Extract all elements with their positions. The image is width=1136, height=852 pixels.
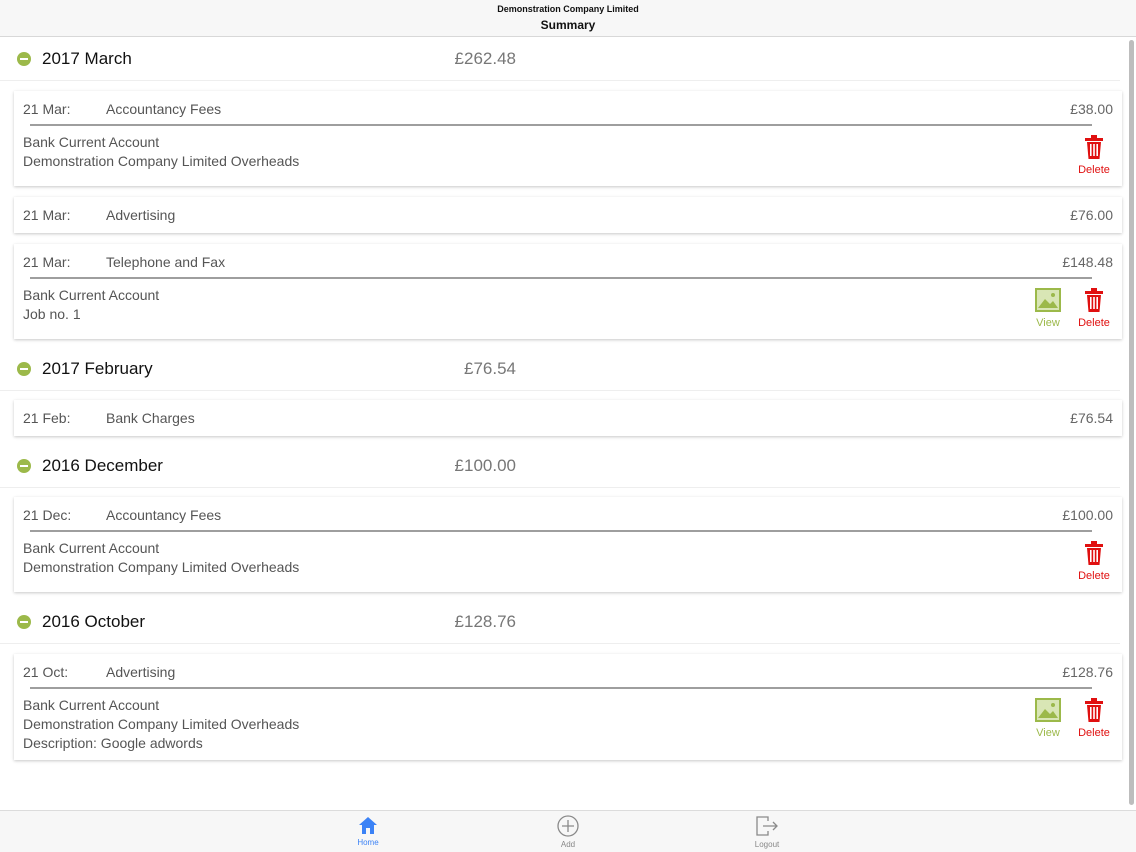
delete-label: Delete xyxy=(1078,727,1110,739)
collapse-icon[interactable] xyxy=(17,52,31,66)
tab-label: Logout xyxy=(754,840,780,849)
view-label: View xyxy=(1036,727,1060,739)
account-line: Bank Current Account xyxy=(23,697,160,713)
transaction-description: Telephone and Fax xyxy=(106,254,226,270)
delete-button[interactable]: Delete xyxy=(1074,541,1114,582)
transaction-details: Bank Current Account Job no. 1 xyxy=(23,286,159,324)
month-total: £100.00 xyxy=(454,456,516,475)
transaction-date: 21 Mar: xyxy=(23,101,71,117)
divider xyxy=(0,643,1120,644)
plus-circle-icon xyxy=(557,815,579,837)
transaction-card[interactable]: 21 Mar: Advertising £76.00 xyxy=(14,197,1122,233)
month-total: £262.48 xyxy=(454,49,516,68)
description-line: Description: Google adwords xyxy=(23,735,203,751)
transaction-description: Advertising xyxy=(106,664,176,680)
transaction-amount: £148.48 xyxy=(1062,254,1113,270)
transaction-description: Bank Charges xyxy=(106,410,195,426)
transaction-card[interactable]: 21 Mar: Telephone and Fax £148.48 Bank C… xyxy=(14,244,1122,339)
delete-button[interactable]: Delete xyxy=(1074,135,1114,176)
transaction-date: 21 Feb: xyxy=(23,410,71,426)
divider xyxy=(30,124,1092,126)
transaction-description: Advertising xyxy=(106,207,176,223)
month-name: 2017 February xyxy=(42,359,153,378)
transaction-date: 21 Mar: xyxy=(23,254,71,270)
transaction-description: Accountancy Fees xyxy=(106,101,222,117)
month-name: 2016 December xyxy=(42,456,163,475)
delete-label: Delete xyxy=(1078,164,1110,176)
month-total: £128.76 xyxy=(454,612,516,631)
transaction-amount: £38.00 xyxy=(1070,101,1113,117)
transaction-amount: £76.54 xyxy=(1070,410,1113,426)
trash-icon xyxy=(1085,135,1103,159)
month-header-2017-february[interactable]: 2017 February £76.54 xyxy=(0,347,1130,391)
trash-icon xyxy=(1085,288,1103,312)
divider xyxy=(0,80,1120,81)
trash-icon xyxy=(1085,541,1103,565)
job-line: Job no. 1 xyxy=(23,306,81,322)
page-title: Summary xyxy=(540,18,596,32)
trash-icon xyxy=(1085,698,1103,722)
account-line: Bank Current Account xyxy=(23,540,160,556)
tab-home[interactable]: Home xyxy=(338,815,398,847)
company-name: Demonstration Company Limited xyxy=(497,4,639,14)
delete-button[interactable]: Delete xyxy=(1074,288,1114,329)
divider xyxy=(30,530,1092,532)
transaction-date: 21 Oct: xyxy=(23,664,69,680)
tab-logout[interactable]: Logout xyxy=(737,815,797,849)
tab-label: Home xyxy=(357,838,379,847)
transaction-card[interactable]: 21 Oct: Advertising £128.76 Bank Current… xyxy=(14,654,1122,760)
divider xyxy=(30,277,1092,279)
navigation-bar: Demonstration Company Limited Summary xyxy=(0,0,1136,37)
transaction-card[interactable]: 21 Feb: Bank Charges £76.54 xyxy=(14,400,1122,436)
category-line: Demonstration Company Limited Overheads xyxy=(23,559,300,575)
account-line: Bank Current Account xyxy=(23,134,160,150)
image-icon xyxy=(1035,698,1061,722)
divider xyxy=(0,390,1120,391)
transaction-description: Accountancy Fees xyxy=(106,507,222,523)
logout-icon xyxy=(756,816,778,836)
tab-add[interactable]: Add xyxy=(538,815,598,849)
collapse-icon[interactable] xyxy=(17,615,31,629)
delete-button[interactable]: Delete xyxy=(1074,698,1114,739)
collapse-icon[interactable] xyxy=(17,362,31,376)
view-label: View xyxy=(1036,317,1060,329)
view-button[interactable]: View xyxy=(1028,288,1068,329)
tab-bar: Home Add Logout xyxy=(0,810,1136,852)
image-icon xyxy=(1035,288,1061,312)
home-icon xyxy=(359,817,377,834)
month-name: 2016 October xyxy=(42,612,146,631)
summary-list[interactable]: 2017 March £262.48 21 Mar: Accountancy F… xyxy=(0,37,1136,810)
transaction-details: Bank Current Account Demonstration Compa… xyxy=(23,696,299,753)
category-line: Demonstration Company Limited Overheads xyxy=(23,153,300,169)
month-name: 2017 March xyxy=(42,49,132,68)
scrollbar[interactable] xyxy=(1129,40,1134,805)
transaction-amount: £76.00 xyxy=(1070,207,1113,223)
month-header-2016-december[interactable]: 2016 December £100.00 xyxy=(0,444,1130,488)
transaction-date: 21 Mar: xyxy=(23,207,71,223)
account-line: Bank Current Account xyxy=(23,287,160,303)
transaction-details: Bank Current Account Demonstration Compa… xyxy=(23,133,299,171)
delete-label: Delete xyxy=(1078,317,1110,329)
transaction-date: 21 Dec: xyxy=(23,507,72,523)
month-header-2017-march[interactable]: 2017 March £262.48 xyxy=(0,37,1130,81)
transaction-card[interactable]: 21 Dec: Accountancy Fees £100.00 Bank Cu… xyxy=(14,497,1122,592)
view-button[interactable]: View xyxy=(1028,698,1068,739)
collapse-icon[interactable] xyxy=(17,459,31,473)
divider xyxy=(30,687,1092,689)
month-header-2016-october[interactable]: 2016 October £128.76 xyxy=(0,600,1130,644)
transaction-amount: £128.76 xyxy=(1062,664,1113,680)
transaction-card[interactable]: 21 Mar: Accountancy Fees £38.00 Bank Cur… xyxy=(14,91,1122,186)
divider xyxy=(0,487,1120,488)
tab-label: Add xyxy=(560,840,576,849)
delete-label: Delete xyxy=(1078,570,1110,582)
transaction-details: Bank Current Account Demonstration Compa… xyxy=(23,539,299,577)
category-line: Demonstration Company Limited Overheads xyxy=(23,716,300,732)
transaction-amount: £100.00 xyxy=(1062,507,1113,523)
month-total: £76.54 xyxy=(464,359,516,378)
